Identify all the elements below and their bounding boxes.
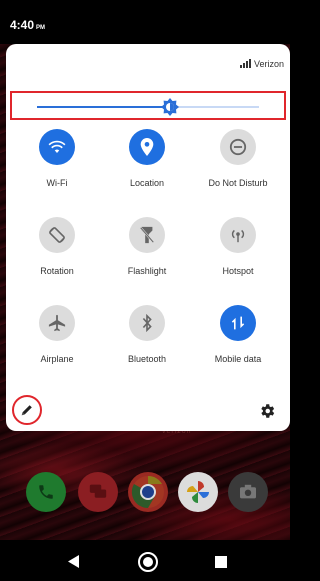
- tile-label: Wi-Fi: [46, 178, 68, 188]
- quick-settings-panel: Verizon Wi-Fi Location Do Not Disturb Ro…: [6, 44, 290, 431]
- pencil-icon: [21, 405, 32, 416]
- tile-label: Do Not Disturb: [208, 178, 268, 188]
- carrier-indicator: Verizon: [239, 59, 284, 69]
- brightness-fill: [37, 106, 171, 108]
- recents-icon[interactable]: [215, 556, 227, 568]
- signal-icon: [239, 59, 251, 68]
- status-time: 4:40 PM: [10, 18, 46, 32]
- tile-wifi[interactable]: Wi-Fi: [12, 129, 102, 188]
- edit-button[interactable]: [12, 395, 42, 425]
- bluetooth-icon[interactable]: [129, 305, 165, 341]
- carrier-label: Verizon: [253, 59, 284, 69]
- wifi-icon[interactable]: [39, 129, 75, 165]
- tile-bluetooth[interactable]: Bluetooth: [102, 305, 192, 364]
- tile-label: Hotspot: [222, 266, 254, 276]
- tile-label: Mobile data: [214, 354, 262, 364]
- home-icon[interactable]: [137, 551, 159, 573]
- status-bar: 4:40 PM: [0, 0, 290, 44]
- back-icon[interactable]: [68, 555, 80, 568]
- location-icon[interactable]: [129, 129, 165, 165]
- tile-airplane[interactable]: Airplane: [12, 305, 102, 364]
- tile-label: Rotation: [40, 266, 74, 276]
- brightness-slider[interactable]: [10, 91, 286, 120]
- camera-icon[interactable]: [228, 472, 268, 512]
- settings-gear-icon[interactable]: [258, 402, 276, 420]
- tile-flashlight[interactable]: Flashlight: [102, 217, 192, 276]
- brightness-icon[interactable]: [161, 98, 180, 116]
- tile-rotation[interactable]: Rotation: [12, 217, 102, 276]
- tile-hotspot[interactable]: Hotspot: [193, 217, 283, 276]
- messages-icon[interactable]: [78, 472, 118, 512]
- tile-label: Bluetooth: [127, 354, 167, 364]
- mobile-data-icon[interactable]: [220, 305, 256, 341]
- brightness-track[interactable]: [37, 98, 259, 116]
- flashlight-icon[interactable]: [129, 217, 165, 253]
- tile-location[interactable]: Location: [102, 129, 192, 188]
- airplane-icon[interactable]: [39, 305, 75, 341]
- tile-label: Flashlight: [127, 266, 167, 276]
- navigation-bar: [0, 540, 290, 581]
- hotspot-icon[interactable]: [220, 217, 256, 253]
- tile-mobile-data[interactable]: Mobile data: [193, 305, 283, 364]
- tile-label: Location: [129, 178, 165, 188]
- tile-label: Airplane: [40, 354, 74, 364]
- tile-do-not-disturb[interactable]: Do Not Disturb: [193, 129, 283, 188]
- chrome-icon[interactable]: [128, 472, 168, 512]
- do-not-disturb-icon[interactable]: [220, 129, 256, 165]
- phone-icon[interactable]: [26, 472, 66, 512]
- photos-icon[interactable]: [178, 472, 218, 512]
- rotation-icon[interactable]: [39, 217, 75, 253]
